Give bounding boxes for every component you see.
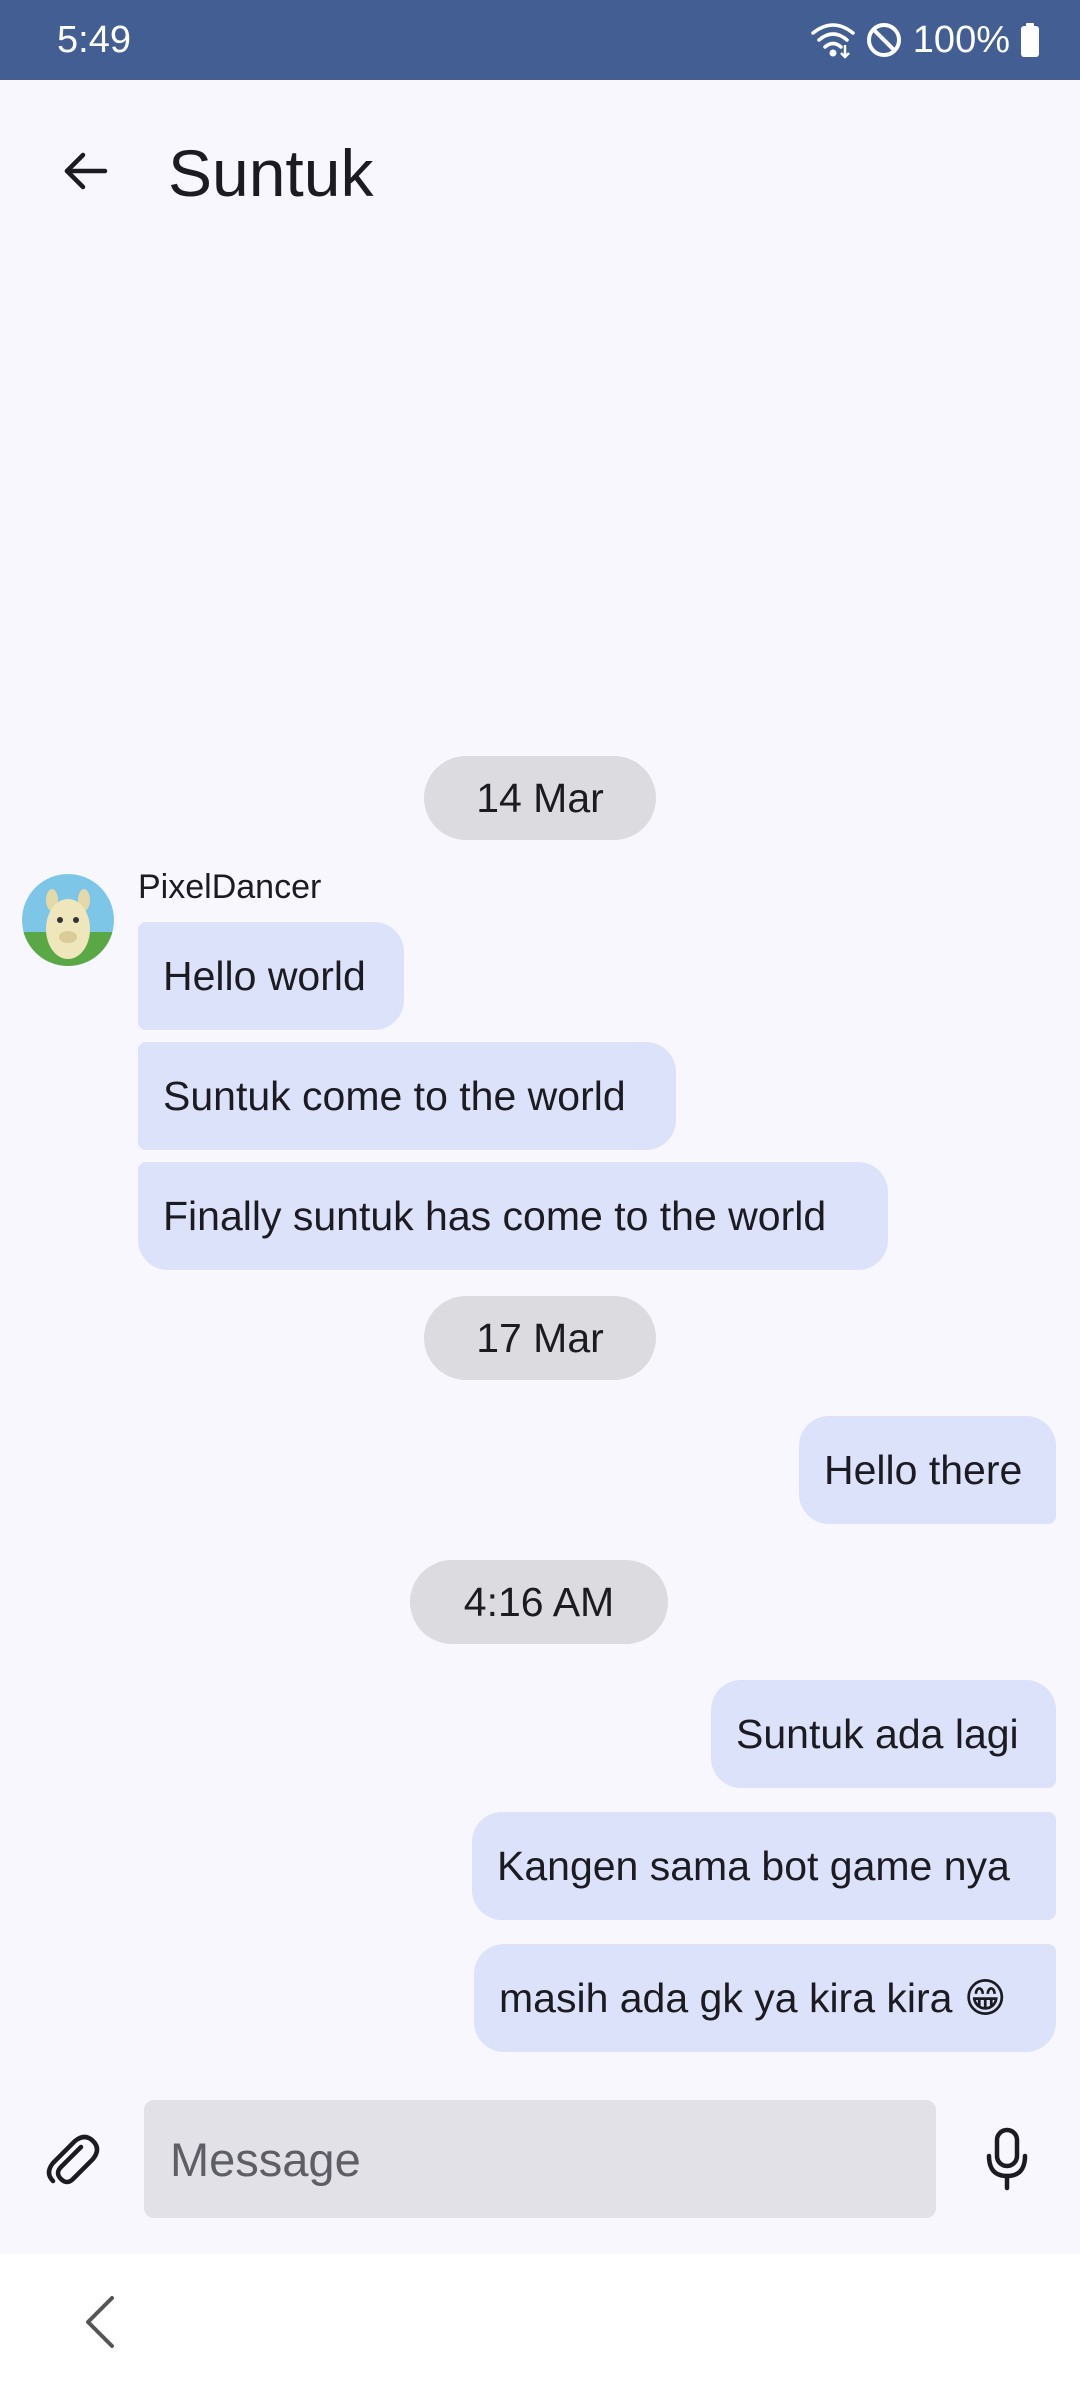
- mic-button[interactable]: [966, 2120, 1048, 2202]
- microphone-icon: [983, 2126, 1031, 2197]
- nav-back-button[interactable]: [60, 2284, 140, 2364]
- outgoing-message[interactable]: Suntuk ada lagi: [711, 1680, 1056, 1788]
- status-bar: 5:49 100%: [0, 0, 1080, 80]
- date-chip: 17 Mar: [424, 1296, 656, 1380]
- sender-name: PixelDancer: [138, 868, 322, 906]
- incoming-message[interactable]: Suntuk come to the world: [138, 1042, 676, 1150]
- outgoing-message[interactable]: Hello there: [799, 1416, 1056, 1524]
- time-chip: 4:16 AM: [410, 1560, 668, 1644]
- do-not-disturb-icon: [865, 21, 903, 59]
- navigation-bar: [0, 2254, 1080, 2400]
- message-input[interactable]: [144, 2100, 936, 2218]
- battery-percentage: 100%: [912, 18, 1010, 61]
- back-arrow-icon: [61, 151, 109, 196]
- wifi-icon: [811, 21, 855, 59]
- back-button[interactable]: [44, 132, 126, 214]
- incoming-message[interactable]: Hello world: [138, 922, 404, 1030]
- incoming-message[interactable]: Finally suntuk has come to the world: [138, 1162, 888, 1270]
- attach-button[interactable]: [30, 2120, 112, 2202]
- outgoing-message[interactable]: masih ada gk ya kira kira 😁: [474, 1944, 1056, 2052]
- paperclip-icon: [41, 2129, 101, 2194]
- outgoing-message[interactable]: Kangen sama bot game nya: [472, 1812, 1056, 1920]
- status-time: 5:49: [57, 18, 131, 61]
- nav-back-icon: [82, 2294, 118, 2355]
- avatar[interactable]: [22, 874, 114, 966]
- conversation-title: Suntuk: [168, 136, 374, 210]
- battery-icon: [1020, 23, 1040, 57]
- composer: [0, 2068, 1080, 2254]
- status-icons: 100%: [811, 19, 1040, 62]
- app-bar: Suntuk: [0, 80, 1080, 270]
- llama-avatar: [22, 874, 114, 966]
- date-chip: 14 Mar: [424, 756, 656, 840]
